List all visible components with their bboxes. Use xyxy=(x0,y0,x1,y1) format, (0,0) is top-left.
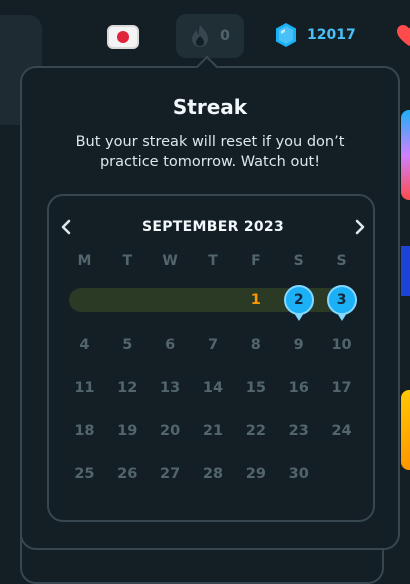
calendar-day-empty xyxy=(149,282,192,318)
calendar-week: 1 2 3 xyxy=(63,282,363,321)
calendar-day: 27 xyxy=(160,466,181,482)
streak-calendar: SEPTEMBER 2023 M T W T F S S 1 2 3 4 5 6… xyxy=(47,194,375,522)
calendar-day: 12 xyxy=(117,380,138,396)
weekday-label: S xyxy=(336,253,347,269)
popover-title: Streak xyxy=(172,95,248,119)
calendar-day xyxy=(320,462,363,486)
calendar-week: 11 12 13 14 15 16 17 xyxy=(63,376,363,400)
calendar-week: 25 26 27 28 29 30 xyxy=(63,462,363,486)
streak-day-marker: 3 xyxy=(326,285,357,321)
calendar-day: 24 xyxy=(331,423,352,439)
calendar-day: 8 xyxy=(250,337,261,353)
calendar-day-streak: 3 xyxy=(320,282,363,321)
calendar-day: 17 xyxy=(331,380,352,396)
calendar-day: 5 xyxy=(122,337,133,353)
weekday-label: F xyxy=(251,253,261,269)
streak-warning-message: But your streak will reset if you don’t … xyxy=(75,134,345,170)
background-graphic xyxy=(401,246,410,296)
today-day-number: 1 xyxy=(250,292,261,308)
heart-icon xyxy=(397,25,410,46)
calendar-day: 22 xyxy=(245,423,266,439)
background-graphic xyxy=(401,390,410,470)
calendar-day: 30 xyxy=(288,466,309,482)
weekday-label: S xyxy=(293,253,304,269)
streak-popover: Streak But your streak will reset if you… xyxy=(20,66,400,550)
streak-count: 0 xyxy=(220,28,230,44)
weekday-label: M xyxy=(77,253,92,269)
calendar-day-streak: 2 xyxy=(277,282,320,321)
calendar-day-empty xyxy=(63,282,106,318)
language-flag-button[interactable] xyxy=(107,25,139,49)
gems-button[interactable]: 12017 xyxy=(274,22,356,48)
calendar-day: 25 xyxy=(74,466,95,482)
calendar-day: 29 xyxy=(245,466,266,482)
calendar-day: 11 xyxy=(74,380,95,396)
calendar-day: 19 xyxy=(117,423,138,439)
gems-count: 12017 xyxy=(307,27,356,43)
chevron-left-icon[interactable] xyxy=(59,219,73,235)
calendar-day: 4 xyxy=(79,337,90,353)
weekday-label: T xyxy=(122,253,133,269)
flame-icon xyxy=(192,25,209,47)
calendar-day: 18 xyxy=(74,423,95,439)
calendar-day: 16 xyxy=(288,380,309,396)
calendar-day: 15 xyxy=(245,380,266,396)
calendar-day: 21 xyxy=(202,423,224,439)
calendar-day: 26 xyxy=(117,466,138,482)
calendar-day-today: 1 xyxy=(234,282,277,318)
calendar-day: 10 xyxy=(331,337,352,353)
calendar-day: 7 xyxy=(207,337,219,353)
chevron-right-icon[interactable] xyxy=(353,219,367,235)
calendar-day-empty xyxy=(192,282,235,318)
weekday-header: M T W T F S S xyxy=(63,253,363,269)
calendar-day: 28 xyxy=(202,466,224,482)
streak-button[interactable]: 0 xyxy=(176,14,244,58)
calendar-day-empty xyxy=(106,282,149,318)
calendar-day: 14 xyxy=(202,380,224,396)
calendar-day: 9 xyxy=(293,337,304,353)
month-title: SEPTEMBER 2023 xyxy=(141,219,284,235)
streak-day-marker: 2 xyxy=(283,285,314,321)
weekday-label: W xyxy=(162,253,178,269)
month-navigation: SEPTEMBER 2023 xyxy=(49,216,373,238)
calendar-day: 23 xyxy=(288,423,309,439)
calendar-day: 13 xyxy=(160,380,181,396)
calendar-day: 20 xyxy=(160,423,181,439)
hearts-button[interactable] xyxy=(396,24,410,52)
gem-icon xyxy=(276,23,296,47)
calendar-day: 6 xyxy=(165,337,176,353)
calendar-week: 18 19 20 21 22 23 24 xyxy=(63,419,363,443)
background-graphic xyxy=(401,110,410,200)
weekday-label: T xyxy=(208,253,218,269)
calendar-week: 4 5 6 7 8 9 10 xyxy=(63,333,363,357)
